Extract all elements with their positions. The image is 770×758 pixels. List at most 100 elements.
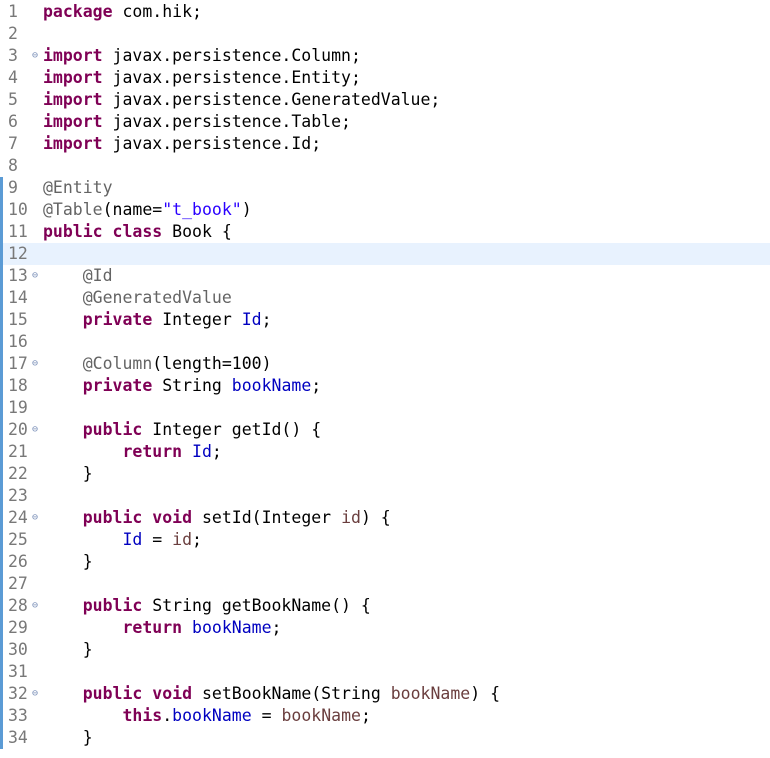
code-token: void bbox=[152, 508, 193, 527]
code-token: } bbox=[43, 464, 93, 483]
line-number: 14 bbox=[8, 288, 28, 307]
change-ruler-marker bbox=[0, 243, 3, 265]
code-line[interactable]: 1 package com.hik; bbox=[0, 1, 770, 23]
code-text: @Column(length=100) bbox=[43, 353, 272, 375]
code-text: public void setBookName(String bookName)… bbox=[43, 683, 500, 705]
change-ruler-marker bbox=[0, 639, 3, 661]
line-number: 3 bbox=[8, 46, 18, 65]
change-ruler-marker bbox=[0, 595, 3, 617]
code-text: return Id; bbox=[43, 441, 221, 463]
line-number: 13 bbox=[8, 266, 28, 285]
code-line[interactable]: 34 } bbox=[0, 727, 770, 749]
fold-collapse-icon[interactable]: ⊖ bbox=[32, 419, 42, 441]
code-line[interactable]: 23 bbox=[0, 485, 770, 507]
code-line[interactable]: 2 bbox=[0, 23, 770, 45]
code-token: javax.persistence.Column; bbox=[102, 46, 361, 65]
change-ruler-marker bbox=[0, 265, 3, 287]
change-ruler-marker bbox=[0, 23, 3, 45]
code-line[interactable]: 19 bbox=[0, 397, 770, 419]
fold-collapse-icon[interactable]: ⊖ bbox=[32, 45, 42, 67]
line-number: 27 bbox=[8, 574, 28, 593]
code-line[interactable]: 15 private Integer Id; bbox=[0, 309, 770, 331]
code-token: id bbox=[172, 530, 193, 549]
code-line[interactable]: 26 } bbox=[0, 551, 770, 573]
change-ruler-marker bbox=[0, 287, 3, 309]
code-line[interactable]: 29 return bookName; bbox=[0, 617, 770, 639]
code-token: } bbox=[43, 728, 93, 747]
code-token: . bbox=[162, 706, 173, 725]
code-line[interactable]: 14 @GeneratedValue bbox=[0, 287, 770, 309]
code-line[interactable]: 32 ⊖ public void setBookName(String bookN… bbox=[0, 683, 770, 705]
fold-collapse-icon[interactable]: ⊖ bbox=[32, 595, 42, 617]
code-line[interactable]: 27 bbox=[0, 573, 770, 595]
code-line[interactable]: 31 bbox=[0, 661, 770, 683]
code-line[interactable]: 30 } bbox=[0, 639, 770, 661]
code-text: @Table(name="t_book") bbox=[43, 199, 252, 221]
change-ruler-marker bbox=[0, 617, 3, 639]
change-ruler-marker bbox=[0, 485, 3, 507]
code-text: private String bookName; bbox=[43, 375, 321, 397]
code-token: import bbox=[43, 112, 103, 131]
code-line[interactable]: 9 @Entity bbox=[0, 177, 770, 199]
code-token: import bbox=[43, 134, 103, 153]
line-number: 33 bbox=[8, 706, 28, 725]
code-line[interactable]: 18 private String bookName; bbox=[0, 375, 770, 397]
code-token: bookName bbox=[192, 618, 272, 637]
fold-collapse-icon[interactable]: ⊖ bbox=[32, 507, 42, 529]
change-ruler-marker bbox=[0, 111, 3, 133]
line-number: 23 bbox=[8, 486, 28, 505]
code-line[interactable]: 11 public class Book { bbox=[0, 221, 770, 243]
line-number: 20 bbox=[8, 420, 28, 439]
code-line[interactable]: 25 Id = id; bbox=[0, 529, 770, 551]
code-line[interactable]: 20 ⊖ public Integer getId() { bbox=[0, 419, 770, 441]
code-line[interactable]: 13 ⊖ @Id bbox=[0, 265, 770, 287]
line-number: 16 bbox=[8, 332, 28, 351]
code-line[interactable]: 16 bbox=[0, 331, 770, 353]
code-line[interactable]: 24 ⊖ public void setId(Integer id) { bbox=[0, 507, 770, 529]
code-token: import bbox=[43, 68, 103, 87]
code-text: public Integer getId() { bbox=[43, 419, 321, 441]
change-ruler-marker bbox=[0, 705, 3, 727]
code-line[interactable]: 33 this.bookName = bookName; bbox=[0, 705, 770, 727]
change-ruler-marker bbox=[0, 375, 3, 397]
change-ruler-marker bbox=[0, 1, 3, 23]
code-token: return bbox=[122, 618, 183, 637]
line-number: 1 bbox=[8, 2, 18, 21]
code-line[interactable]: 7 import javax.persistence.Id; bbox=[0, 133, 770, 155]
code-line[interactable]: 22 } bbox=[0, 463, 770, 485]
code-line[interactable]: 8 bbox=[0, 155, 770, 177]
line-number: 29 bbox=[8, 618, 28, 637]
code-text: return bookName; bbox=[43, 617, 281, 639]
fold-collapse-icon[interactable]: ⊖ bbox=[32, 683, 42, 705]
code-line-current[interactable]: 12 bbox=[0, 243, 770, 265]
code-token: setId(Integer bbox=[192, 508, 342, 527]
code-line[interactable]: 10 @Table(name="t_book") bbox=[0, 199, 770, 221]
code-line[interactable]: 4 import javax.persistence.Entity; bbox=[0, 67, 770, 89]
code-editor[interactable]: 1 package com.hik; 2 3 ⊖ import javax.persist… bbox=[0, 0, 770, 758]
change-ruler-marker bbox=[0, 331, 3, 353]
code-token: ; bbox=[360, 706, 371, 725]
code-line[interactable]: 17 ⊖ @Column(length=100) bbox=[0, 353, 770, 375]
change-ruler-marker bbox=[0, 683, 3, 705]
code-line[interactable]: 21 return Id; bbox=[0, 441, 770, 463]
fold-collapse-icon[interactable]: ⊖ bbox=[32, 265, 42, 287]
code-token: javax.persistence.Id; bbox=[102, 134, 322, 153]
code-token: com.hik; bbox=[112, 2, 202, 21]
code-line[interactable]: 5 import javax.persistence.GeneratedValue… bbox=[0, 89, 770, 111]
code-line[interactable]: 3 ⊖ import javax.persistence.Column; bbox=[0, 45, 770, 67]
line-number: 12 bbox=[8, 244, 28, 263]
code-line[interactable]: 28 ⊖ public String getBookName() { bbox=[0, 595, 770, 617]
line-number: 6 bbox=[8, 112, 18, 131]
code-token: bookName bbox=[231, 376, 312, 395]
fold-collapse-icon[interactable]: ⊖ bbox=[32, 353, 42, 375]
code-text: package com.hik; bbox=[43, 1, 202, 23]
code-token: ) bbox=[241, 200, 252, 219]
code-token: Id bbox=[241, 310, 262, 329]
code-line[interactable]: 6 import javax.persistence.Table; bbox=[0, 111, 770, 133]
code-token: "t_book" bbox=[162, 200, 242, 219]
